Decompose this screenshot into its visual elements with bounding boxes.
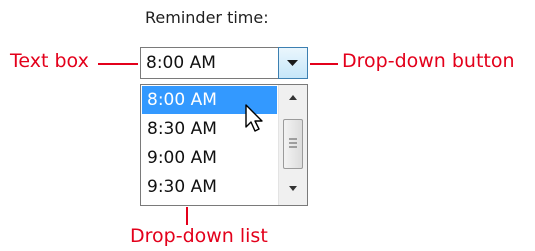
reminder-time-caption: Reminder time:	[145, 8, 269, 27]
time-text-value: 8:00 AM	[146, 53, 216, 73]
dropdown-button[interactable]	[278, 47, 308, 79]
dropdown-scrollbar[interactable]	[278, 85, 307, 205]
dropdown-button-annotation: Drop-down button	[342, 50, 515, 72]
text-box-annotation-line	[98, 63, 138, 65]
chevron-down-icon	[287, 60, 298, 66]
dropdown-list-annotation: Drop-down list	[130, 225, 268, 247]
mouse-pointer-icon	[245, 104, 263, 132]
time-text-box[interactable]: 8:00 AM	[140, 47, 278, 79]
arrow-down-icon[interactable]	[279, 178, 307, 198]
list-item[interactable]: 9:00 AM	[142, 144, 217, 172]
text-box-annotation: Text box	[10, 50, 89, 72]
scrollbar-thumb[interactable]	[283, 119, 303, 169]
dropdown-list-annotation-line	[186, 207, 188, 225]
arrow-up-icon[interactable]	[279, 88, 307, 108]
list-item[interactable]: 8:30 AM	[142, 115, 217, 143]
grip-icon	[289, 138, 297, 148]
list-item[interactable]: 9:30 AM	[142, 173, 217, 201]
dropdown-button-annotation-line	[310, 63, 338, 65]
